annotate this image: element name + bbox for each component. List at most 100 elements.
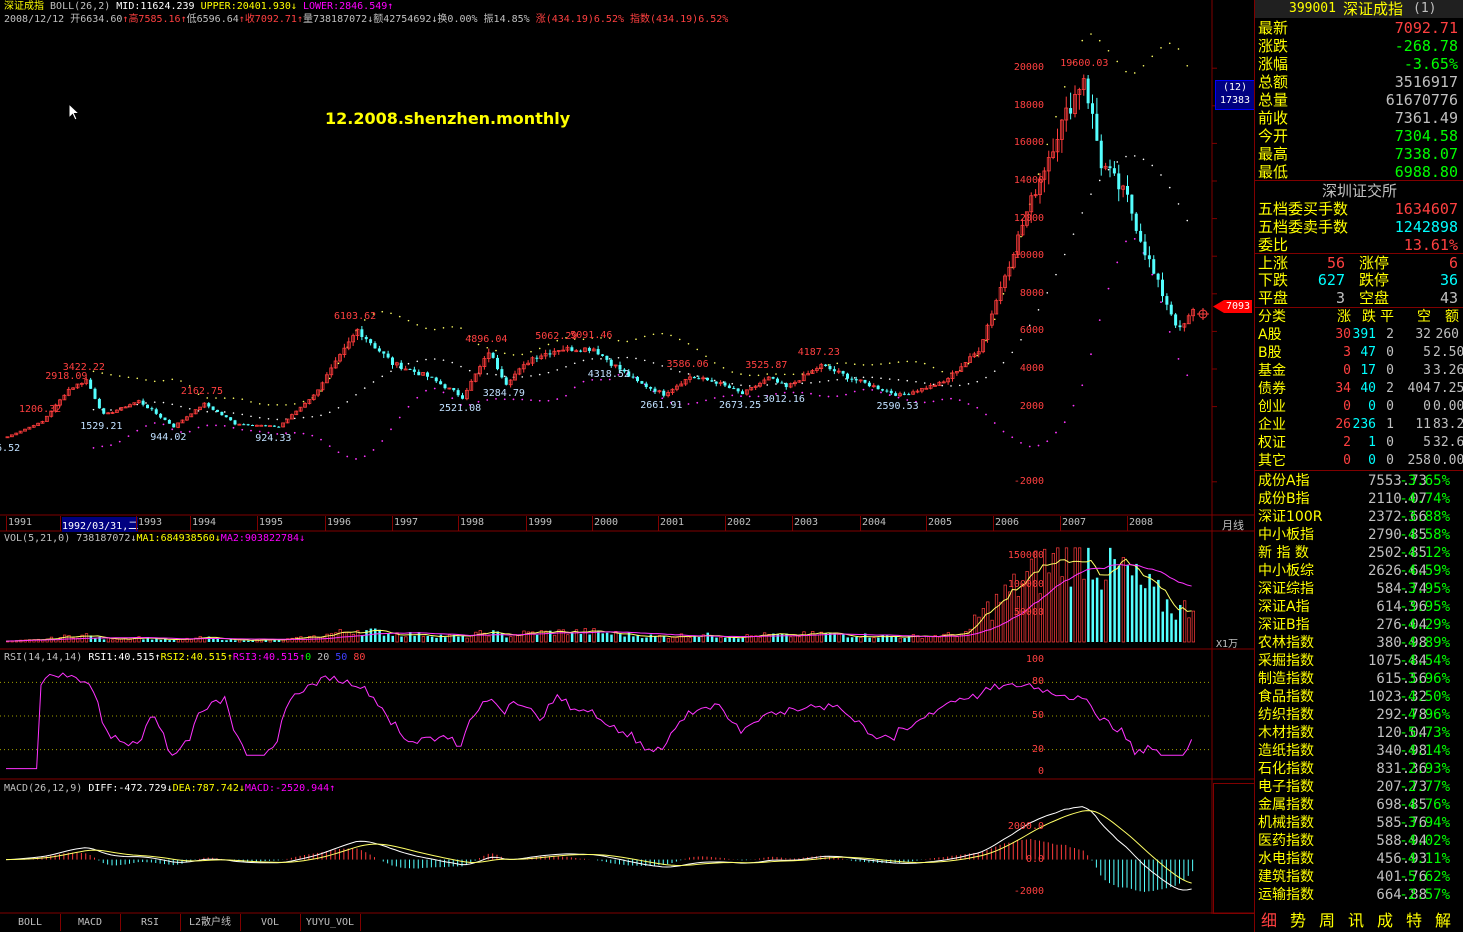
boll-lower-dot — [810, 392, 812, 395]
quote-tab[interactable]: 解 — [1435, 910, 1451, 932]
boll-upper-dot — [652, 333, 655, 336]
index-name: 建筑指数 — [1258, 869, 1314, 885]
index-row[interactable]: 纺织指数 292.78 -4.96% — [1255, 706, 1463, 724]
boll-upper-dot — [425, 327, 427, 330]
index-row[interactable]: 造纸指数 340.98 -4.14% — [1255, 742, 1463, 760]
index-row[interactable]: 水电指数 456.93 -4.11% — [1255, 850, 1463, 868]
year-tick — [392, 516, 393, 531]
year-tick — [725, 516, 726, 531]
boll-mid-dot — [258, 416, 261, 419]
index-row[interactable]: 医药指数 588.94 -4.02% — [1255, 832, 1463, 850]
index-row[interactable]: 中小板指 2790.85 -4.58% — [1255, 526, 1463, 544]
boll-mid-dot — [643, 359, 646, 362]
indicator-tab[interactable]: L2散户线 — [180, 914, 241, 931]
boll-upper-dot — [932, 366, 935, 369]
boll-mid-dot — [775, 383, 777, 385]
category-cell: 0 — [1386, 453, 1394, 468]
boll-upper-dot — [530, 350, 532, 353]
boll-mid-dot — [433, 358, 436, 360]
quote-tab[interactable]: 讯 — [1348, 910, 1364, 932]
year-label: 1993 — [138, 517, 163, 528]
index-row[interactable]: 农林指数 380.98 -4.89% — [1255, 634, 1463, 652]
index-row[interactable]: 电子指数 207.73 -2.77% — [1255, 778, 1463, 796]
candle-body — [229, 417, 233, 421]
index-row[interactable]: 中小板综 2626.64 -4.59% — [1255, 562, 1463, 580]
extreme-price-label: 3586.06 — [666, 358, 709, 370]
breadth-row: 平盘 3 空盘 43 — [1255, 289, 1463, 307]
quote-tab[interactable]: 势 — [1290, 910, 1306, 932]
candle-body — [649, 387, 653, 389]
index-row[interactable]: 金属指数 698.85 -4.76% — [1255, 796, 1463, 814]
extreme-price-label: 3012.16 — [762, 393, 805, 405]
index-row[interactable]: 石化指数 831.36 -2.93% — [1255, 760, 1463, 778]
index-row[interactable]: 新 指 数 2502.85 -4.12% — [1255, 544, 1463, 562]
index-name: 运输指数 — [1258, 887, 1314, 903]
macd-diff-line — [5, 806, 1192, 891]
index-row[interactable]: 机械指数 585.76 -3.94% — [1255, 814, 1463, 832]
indicator-tab[interactable]: RSI — [120, 914, 181, 931]
category-cell: 3.26 — [1433, 363, 1463, 378]
index-row[interactable]: 深证综指 584.74 -3.95% — [1255, 580, 1463, 598]
vol-axis-label: 50000 — [1013, 607, 1044, 619]
quote-tab[interactable]: 成 — [1377, 910, 1393, 932]
boll-lower-dot — [1177, 357, 1180, 360]
extreme-price-label: 3422.22 — [62, 361, 105, 373]
order-label: 委比 — [1258, 236, 1289, 254]
boll-lower-dot — [862, 388, 865, 391]
volume-bar — [1139, 584, 1143, 642]
boll-lower-dot — [565, 394, 567, 397]
volume-bar — [977, 616, 981, 643]
extreme-price-label: 19600.03 — [1060, 57, 1109, 69]
indicator-tab[interactable]: YUYU_VOL — [300, 914, 361, 931]
boll-upper-dot — [110, 373, 112, 376]
year-tick — [526, 516, 527, 531]
extreme-price-label: 2162.75 — [180, 385, 224, 397]
index-row[interactable]: 成份A指 7553.73 -3.65% — [1255, 472, 1463, 490]
boll-lower-dot — [328, 445, 331, 448]
volume-bar — [518, 635, 522, 643]
volume-bar — [465, 637, 469, 643]
boll-upper-dot — [1090, 33, 1092, 35]
quote-tab[interactable]: 周 — [1319, 910, 1335, 932]
boll-upper-dot — [748, 374, 751, 377]
year-tick — [993, 516, 994, 531]
quote-tab[interactable]: 特 — [1406, 910, 1422, 932]
index-row[interactable]: 制造指数 615.56 -3.96% — [1255, 670, 1463, 688]
index-row[interactable]: 深证A指 614.96 -3.95% — [1255, 598, 1463, 616]
index-row[interactable]: 建筑指数 401.76 -5.62% — [1255, 868, 1463, 886]
macd-header: MACD(26,12,9) DIFF:-472.729↓DEA:787.742↓… — [4, 782, 335, 795]
boll-upper-dot — [792, 373, 795, 376]
index-row[interactable]: 采掘指数 1075.84 -4.54% — [1255, 652, 1463, 670]
category-cell: 258 — [1407, 453, 1431, 468]
vol-unit: X1万 — [1216, 639, 1239, 650]
boll-lower-dot — [101, 445, 104, 448]
year-tick — [592, 516, 593, 531]
breadth-row: 上涨 56 涨停 6 — [1255, 253, 1463, 272]
candle-body — [636, 376, 639, 382]
index-row[interactable]: 食品指数 1023.32 -4.50% — [1255, 688, 1463, 706]
indicator-tab[interactable]: BOLL — [0, 914, 61, 931]
index-row[interactable]: 运输指数 664.88 -2.57% — [1255, 886, 1463, 904]
candle-body — [548, 353, 552, 355]
year-tick — [1127, 516, 1128, 531]
boll-mid-dot — [1063, 253, 1066, 256]
candle-body — [710, 380, 714, 382]
quote-label: 总额 — [1258, 73, 1289, 91]
quote-tab[interactable]: 细 — [1261, 910, 1277, 932]
quote-row: 今开 7304.58 — [1255, 127, 1463, 145]
volume-bar — [351, 633, 355, 643]
indicator-tab[interactable]: VOL — [240, 914, 301, 931]
index-row[interactable]: 木材指数 120.04 -5.73% — [1255, 724, 1463, 742]
boll-upper-dot — [635, 338, 637, 341]
indicator-tab[interactable]: MACD — [60, 914, 121, 931]
index-row[interactable]: 深证100R 2372.66 -3.88% — [1255, 508, 1463, 526]
index-row[interactable]: 深证B指 276.04 -4.29% — [1255, 616, 1463, 634]
quote-value: 6988.80 — [1394, 163, 1458, 181]
boll-lower-dot — [127, 435, 130, 438]
volume-bar — [619, 634, 622, 642]
boll-lower-dot — [346, 455, 349, 458]
index-row[interactable]: 成份B指 2110.07 -4.74% — [1255, 490, 1463, 508]
crosshair-icon[interactable] — [1197, 308, 1209, 320]
boll-lower-dot — [880, 391, 882, 394]
chart-area[interactable]: 深证成指 BOLL(26,2) MID:11624.239 UPPER:2040… — [0, 0, 1255, 914]
